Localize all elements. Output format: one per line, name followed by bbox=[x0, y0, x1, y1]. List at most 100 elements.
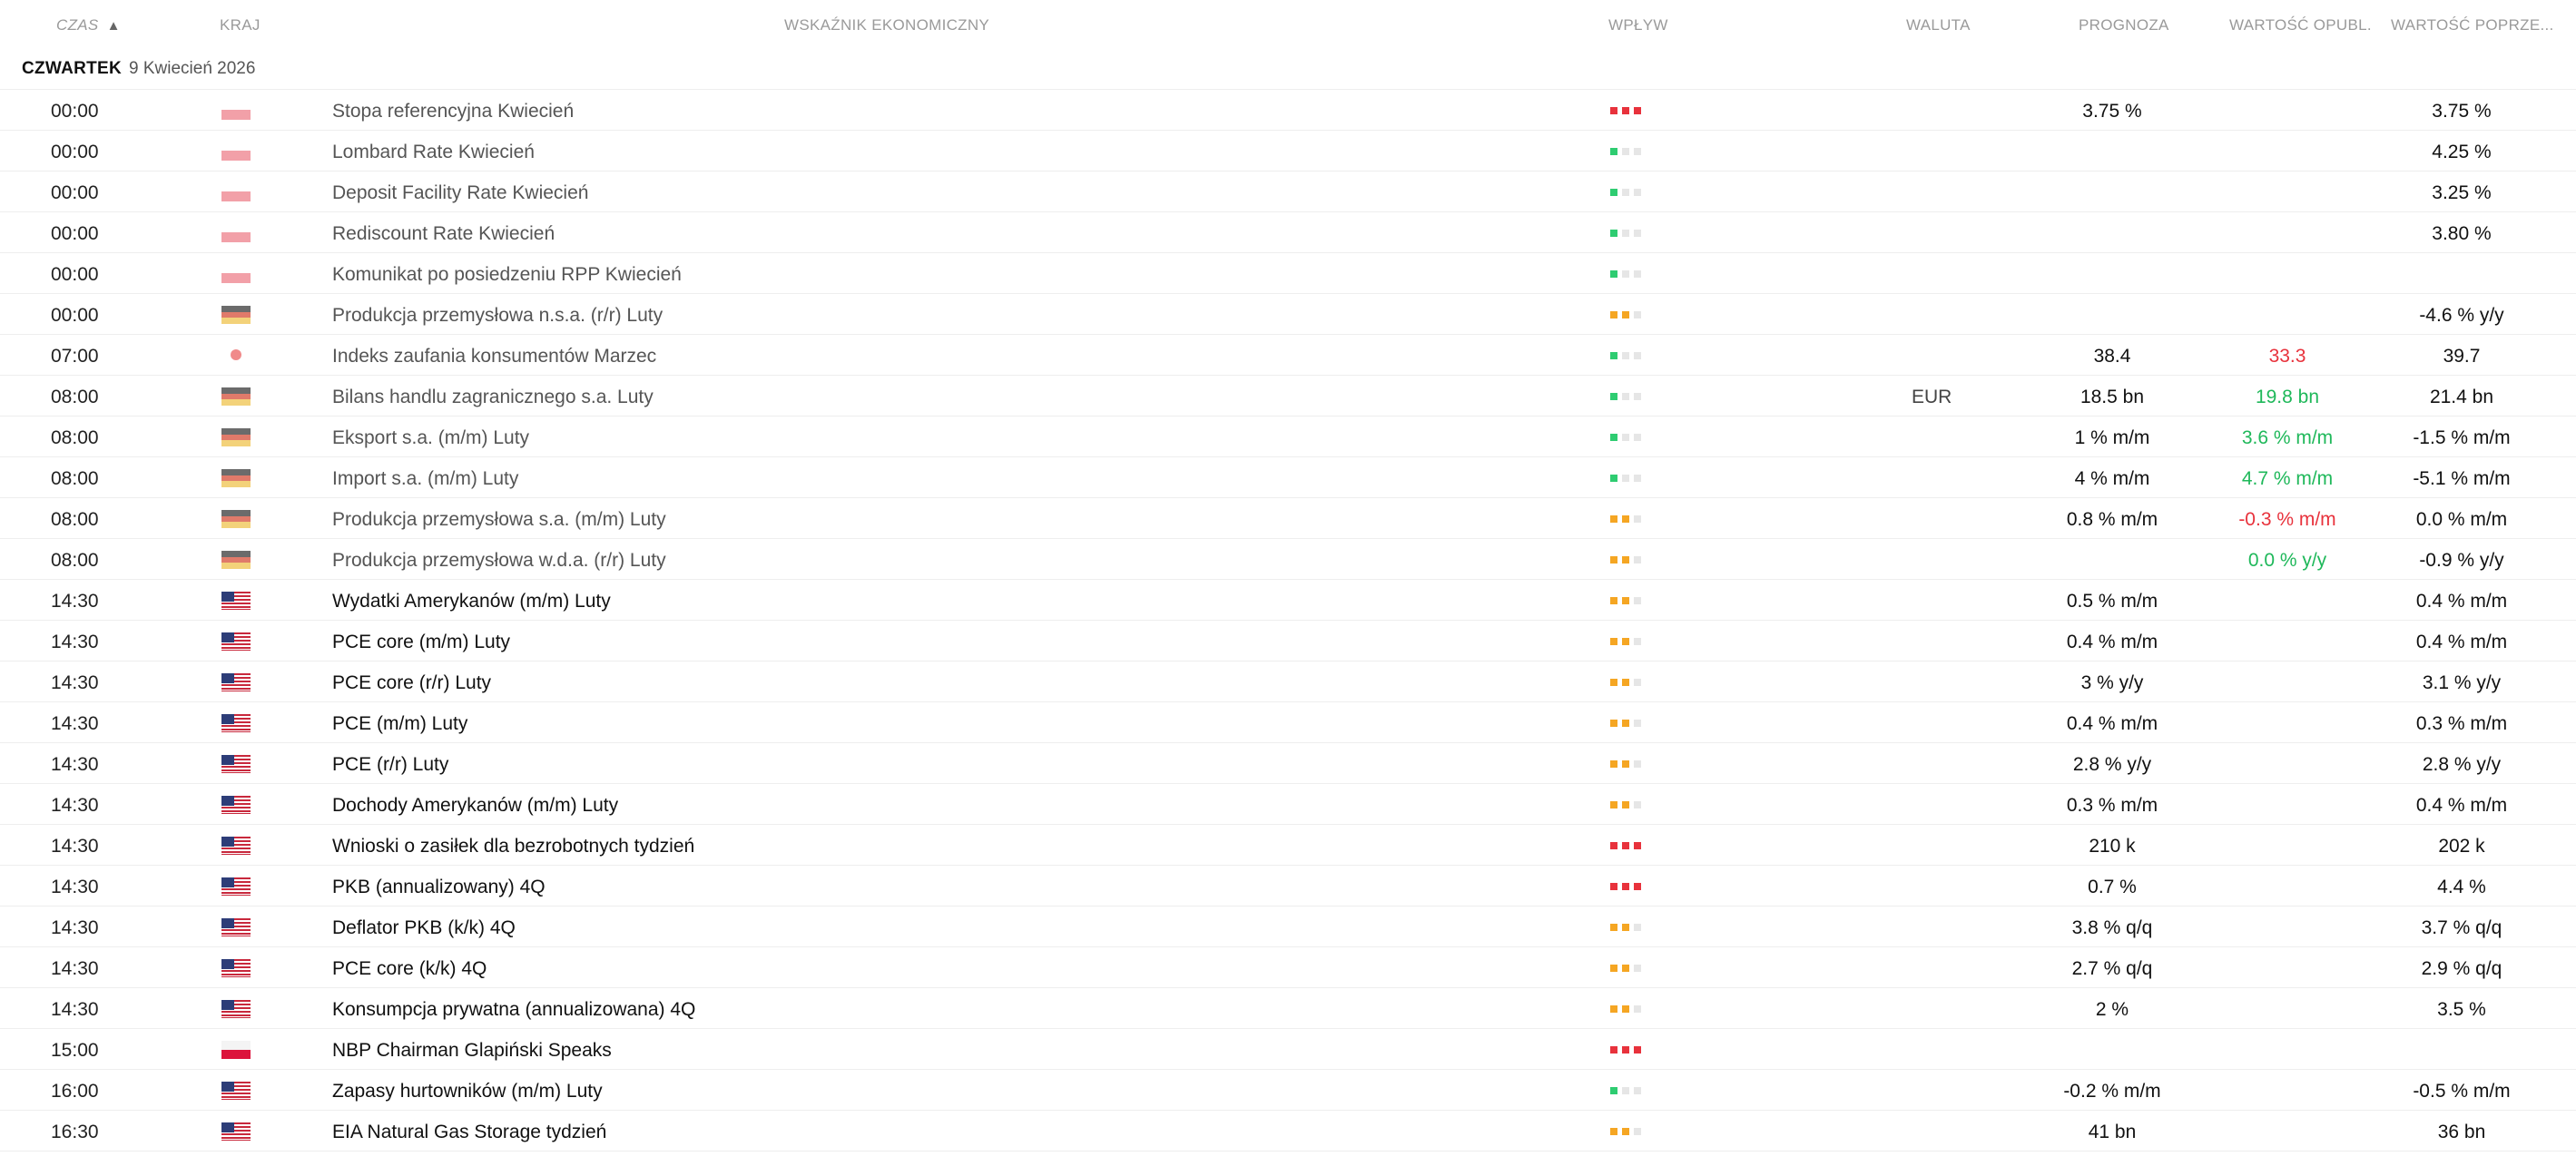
country-flag-icon bbox=[221, 1000, 251, 1018]
impact-indicator bbox=[1610, 393, 1641, 400]
impact-square bbox=[1622, 924, 1629, 931]
event-time: 16:30 bbox=[51, 1122, 99, 1142]
table-row[interactable]: 14:30 PCE core (k/k) 4Q 2.7 % q/q 2.9 % q/q bbox=[0, 947, 2576, 988]
event-time: 14:30 bbox=[51, 591, 99, 612]
table-row[interactable]: 08:00 Produkcja przemysłowa w.d.a. (r/r) … bbox=[0, 539, 2576, 580]
impact-square bbox=[1622, 556, 1629, 564]
table-row[interactable]: 14:30 Wydatki Amerykanów (m/m) Luty 0.5 % … bbox=[0, 580, 2576, 621]
table-row[interactable]: 14:30 Dochody Amerykanów (m/m) Luty 0.3 % … bbox=[0, 784, 2576, 825]
impact-square bbox=[1610, 230, 1617, 237]
previous-value: 202 k bbox=[2438, 836, 2485, 857]
country-flag-icon bbox=[221, 224, 251, 242]
impact-square bbox=[1610, 1087, 1617, 1094]
impact-square bbox=[1622, 760, 1629, 768]
table-row[interactable]: 00:00 Stopa referencyjna Kwiecień 3.75 % 3.… bbox=[0, 90, 2576, 131]
impact-square bbox=[1610, 679, 1617, 686]
column-header-currency: WALUTA bbox=[1906, 16, 1971, 34]
impact-square bbox=[1622, 270, 1629, 278]
indicator-name-link[interactable]: Rediscount Rate Kwiecień bbox=[332, 223, 555, 245]
impact-square bbox=[1610, 720, 1617, 727]
table-row[interactable]: 08:00 Produkcja przemysłowa s.a. (m/m) Lu… bbox=[0, 498, 2576, 539]
indicator-name-link[interactable]: Import s.a. (m/m) Luty bbox=[332, 468, 518, 490]
table-row[interactable]: 08:00 Bilans handlu zagranicznego s.a. Lu… bbox=[0, 376, 2576, 416]
column-header-country: KRAJ bbox=[220, 16, 261, 34]
table-row[interactable]: 14:30 PCE (r/r) Luty 2.8 % y/y 2.8 % y/y bbox=[0, 743, 2576, 784]
indicator-name-link[interactable]: Komunikat po posiedzeniu RPP Kwiecień bbox=[332, 264, 682, 286]
column-header-time[interactable]: CZAS ▲ bbox=[56, 16, 121, 34]
indicator-name-link[interactable]: PCE (m/m) Luty bbox=[332, 713, 467, 735]
table-row[interactable]: 16:30 EIA Natural Gas Storage tydzień 41 b… bbox=[0, 1111, 2576, 1152]
indicator-name-link[interactable]: Indeks zaufania konsumentów Marzec bbox=[332, 346, 656, 368]
table-row[interactable]: 07:00 Indeks zaufania konsumentów Marzec 3… bbox=[0, 335, 2576, 376]
indicator-name-link[interactable]: Produkcja przemysłowa n.s.a. (r/r) Luty bbox=[332, 305, 663, 327]
indicator-name-link[interactable]: Zapasy hurtowników (m/m) Luty bbox=[332, 1081, 603, 1102]
column-header-time-label: CZAS bbox=[56, 16, 99, 34]
impact-indicator bbox=[1610, 883, 1641, 890]
table-row[interactable]: 00:00 Rediscount Rate Kwiecień 3.80 % bbox=[0, 212, 2576, 253]
table-row[interactable]: 08:00 Eksport s.a. (m/m) Luty 1 % m/m 3.6 %… bbox=[0, 416, 2576, 457]
indicator-name-link[interactable]: Deposit Facility Rate Kwiecień bbox=[332, 182, 588, 204]
impact-square bbox=[1610, 393, 1617, 400]
event-time: 14:30 bbox=[51, 713, 99, 734]
impact-square bbox=[1610, 475, 1617, 482]
indicator-name-link[interactable]: PKB (annualizowany) 4Q bbox=[332, 877, 546, 898]
table-row[interactable]: 16:00 Zapasy hurtowników (m/m) Luty -0.2 %… bbox=[0, 1070, 2576, 1111]
impact-square bbox=[1634, 842, 1641, 849]
actual-value: 19.8 bn bbox=[2255, 387, 2320, 407]
table-row[interactable]: 00:00 Produkcja przemysłowa n.s.a. (r/r) … bbox=[0, 294, 2576, 335]
table-row[interactable]: 14:30 PCE core (m/m) Luty 0.4 % m/m 0.4 % m… bbox=[0, 621, 2576, 662]
indicator-name-link[interactable]: Konsumpcja prywatna (annualizowana) 4Q bbox=[332, 999, 695, 1021]
impact-square bbox=[1622, 515, 1629, 523]
indicator-name-link[interactable]: PCE core (m/m) Luty bbox=[332, 632, 510, 653]
impact-square bbox=[1622, 883, 1629, 890]
table-row[interactable]: 14:30 Konsumpcja prywatna (annualizowana)… bbox=[0, 988, 2576, 1029]
impact-square bbox=[1610, 801, 1617, 808]
indicator-name-link[interactable]: Produkcja przemysłowa w.d.a. (r/r) Luty bbox=[332, 550, 666, 572]
indicator-name-link[interactable]: PCE core (r/r) Luty bbox=[332, 672, 491, 694]
sort-arrow-icon[interactable]: ▲ bbox=[107, 18, 121, 34]
indicator-name-link[interactable]: NBP Chairman Glapiński Speaks bbox=[332, 1040, 612, 1062]
event-time: 08:00 bbox=[51, 387, 99, 407]
table-row[interactable]: 08:00 Import s.a. (m/m) Luty 4 % m/m 4.7 % … bbox=[0, 457, 2576, 498]
table-row[interactable]: 00:00 Lombard Rate Kwiecień 4.25 % bbox=[0, 131, 2576, 172]
indicator-name-link[interactable]: Bilans handlu zagranicznego s.a. Luty bbox=[332, 387, 654, 408]
table-row[interactable]: 14:30 PKB (annualizowany) 4Q 0.7 % 4.4 % bbox=[0, 866, 2576, 906]
impact-indicator bbox=[1610, 597, 1641, 604]
indicator-name-link[interactable]: Deflator PKB (k/k) 4Q bbox=[332, 917, 516, 939]
table-row[interactable]: 14:30 Wnioski o zasiłek dla bezrobotnych … bbox=[0, 825, 2576, 866]
table-row[interactable]: 14:30 Deflator PKB (k/k) 4Q 3.8 % q/q 3.7 %… bbox=[0, 906, 2576, 947]
impact-square bbox=[1622, 720, 1629, 727]
indicator-name-link[interactable]: Wydatki Amerykanów (m/m) Luty bbox=[332, 591, 611, 612]
impact-square bbox=[1634, 515, 1641, 523]
impact-square bbox=[1610, 924, 1617, 931]
table-row[interactable]: 14:30 PCE core (r/r) Luty 3 % y/y 3.1 % y/y bbox=[0, 662, 2576, 702]
indicator-name-link[interactable]: Eksport s.a. (m/m) Luty bbox=[332, 427, 529, 449]
indicator-name-link[interactable]: Wnioski o zasiłek dla bezrobotnych tydzi… bbox=[332, 836, 694, 858]
table-row[interactable]: 15:00 NBP Chairman Glapiński Speaks bbox=[0, 1029, 2576, 1070]
impact-indicator bbox=[1610, 107, 1641, 114]
indicator-name-link[interactable]: Stopa referencyjna Kwiecień bbox=[332, 101, 574, 122]
indicator-name-link[interactable]: PCE (r/r) Luty bbox=[332, 754, 448, 776]
indicator-name-link[interactable]: PCE core (k/k) 4Q bbox=[332, 958, 487, 980]
indicator-name-link[interactable]: Dochody Amerykanów (m/m) Luty bbox=[332, 795, 618, 817]
impact-indicator bbox=[1610, 965, 1641, 972]
actual-value: 0.0 % y/y bbox=[2247, 550, 2327, 571]
indicator-name-link[interactable]: Produkcja przemysłowa s.a. (m/m) Luty bbox=[332, 509, 666, 531]
table-row[interactable]: 00:00 Komunikat po posiedzeniu RPP Kwieci… bbox=[0, 253, 2576, 294]
table-row[interactable]: 00:00 Deposit Facility Rate Kwiecień 3.25 … bbox=[0, 172, 2576, 212]
country-flag-icon bbox=[221, 959, 251, 977]
event-time: 14:30 bbox=[51, 754, 99, 775]
indicator-name-link[interactable]: EIA Natural Gas Storage tydzień bbox=[332, 1122, 606, 1143]
country-flag-icon bbox=[221, 306, 251, 324]
previous-value: 3.7 % q/q bbox=[2421, 917, 2502, 938]
impact-square bbox=[1634, 924, 1641, 931]
impact-square bbox=[1622, 230, 1629, 237]
indicator-name-link[interactable]: Lombard Rate Kwiecień bbox=[332, 142, 535, 163]
table-row[interactable]: 14:30 PCE (m/m) Luty 0.4 % m/m 0.3 % m/m bbox=[0, 702, 2576, 743]
event-time: 14:30 bbox=[51, 836, 99, 857]
event-time: 00:00 bbox=[51, 101, 99, 122]
day-group-header: CZWARTEK 9 Kwiecień 2026 bbox=[0, 51, 2576, 90]
previous-value: 3.80 % bbox=[2432, 223, 2492, 244]
forecast-value: -0.2 % m/m bbox=[2063, 1081, 2161, 1102]
forecast-value: 38.4 bbox=[2093, 346, 2131, 367]
